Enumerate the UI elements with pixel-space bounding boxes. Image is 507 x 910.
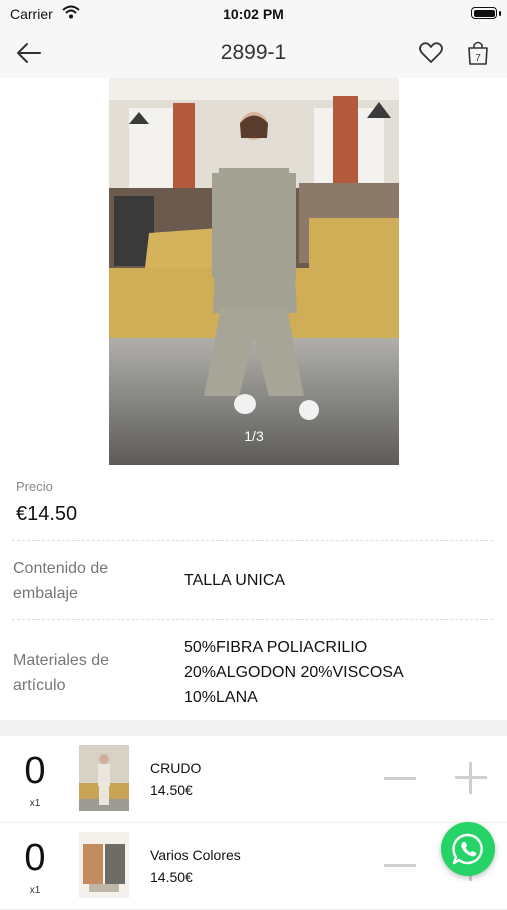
decrease-quantity-button[interactable] [382,764,418,794]
battery-cap [499,11,501,16]
variant-price: 14.50€ [150,782,193,798]
battery-icon [471,7,497,19]
decrease-quantity-button[interactable] [382,851,418,881]
divider [12,540,493,541]
divider [12,619,493,620]
spec-value-materials: 50%FIBRA POLIACRILIO 20%ALGODON 20%VISCO… [184,639,403,706]
whatsapp-icon [452,833,483,865]
heart-icon[interactable] [418,40,444,66]
quantity-value: 0 [24,750,46,792]
photo-counter: 1/3 [244,428,264,444]
product-photo[interactable] [109,78,399,465]
quantity-value: 0 [24,837,46,879]
quantity-multiplier: x1 [29,798,41,809]
variant-row: 0 x1 Varios Colores 14.50€ [0,823,507,910]
nav-bar: 2899-1 7 [0,28,507,78]
price-label: Precio [16,479,53,494]
variant-price: 14.50€ [150,869,193,885]
variant-thumbnail[interactable] [79,832,129,898]
product-gallery: 1/3 [0,78,507,465]
increase-quantity-button[interactable] [453,760,489,796]
variant-thumbnail[interactable] [79,745,129,811]
cart-count: 7 [475,53,481,64]
whatsapp-button[interactable] [441,822,495,876]
spec-value-packaging: TALLA UNICA [184,572,286,589]
status-time: 10:02 PM [223,6,284,22]
spec-label-materials: Materiales de artículo [13,652,110,694]
spec-label-packaging: Contenido de embalaje [13,560,109,602]
quantity-multiplier: x1 [29,885,41,896]
status-bar: Carrier 10:02 PM [0,0,507,28]
cart-icon[interactable]: 7 [467,40,489,66]
variant-row: 0 x1 CRUDO 14.50€ [0,736,507,823]
variant-name: CRUDO [150,760,202,776]
price-value: €14.50 [16,503,78,525]
section-separator [0,720,507,736]
variant-name: Varios Colores [150,847,241,863]
